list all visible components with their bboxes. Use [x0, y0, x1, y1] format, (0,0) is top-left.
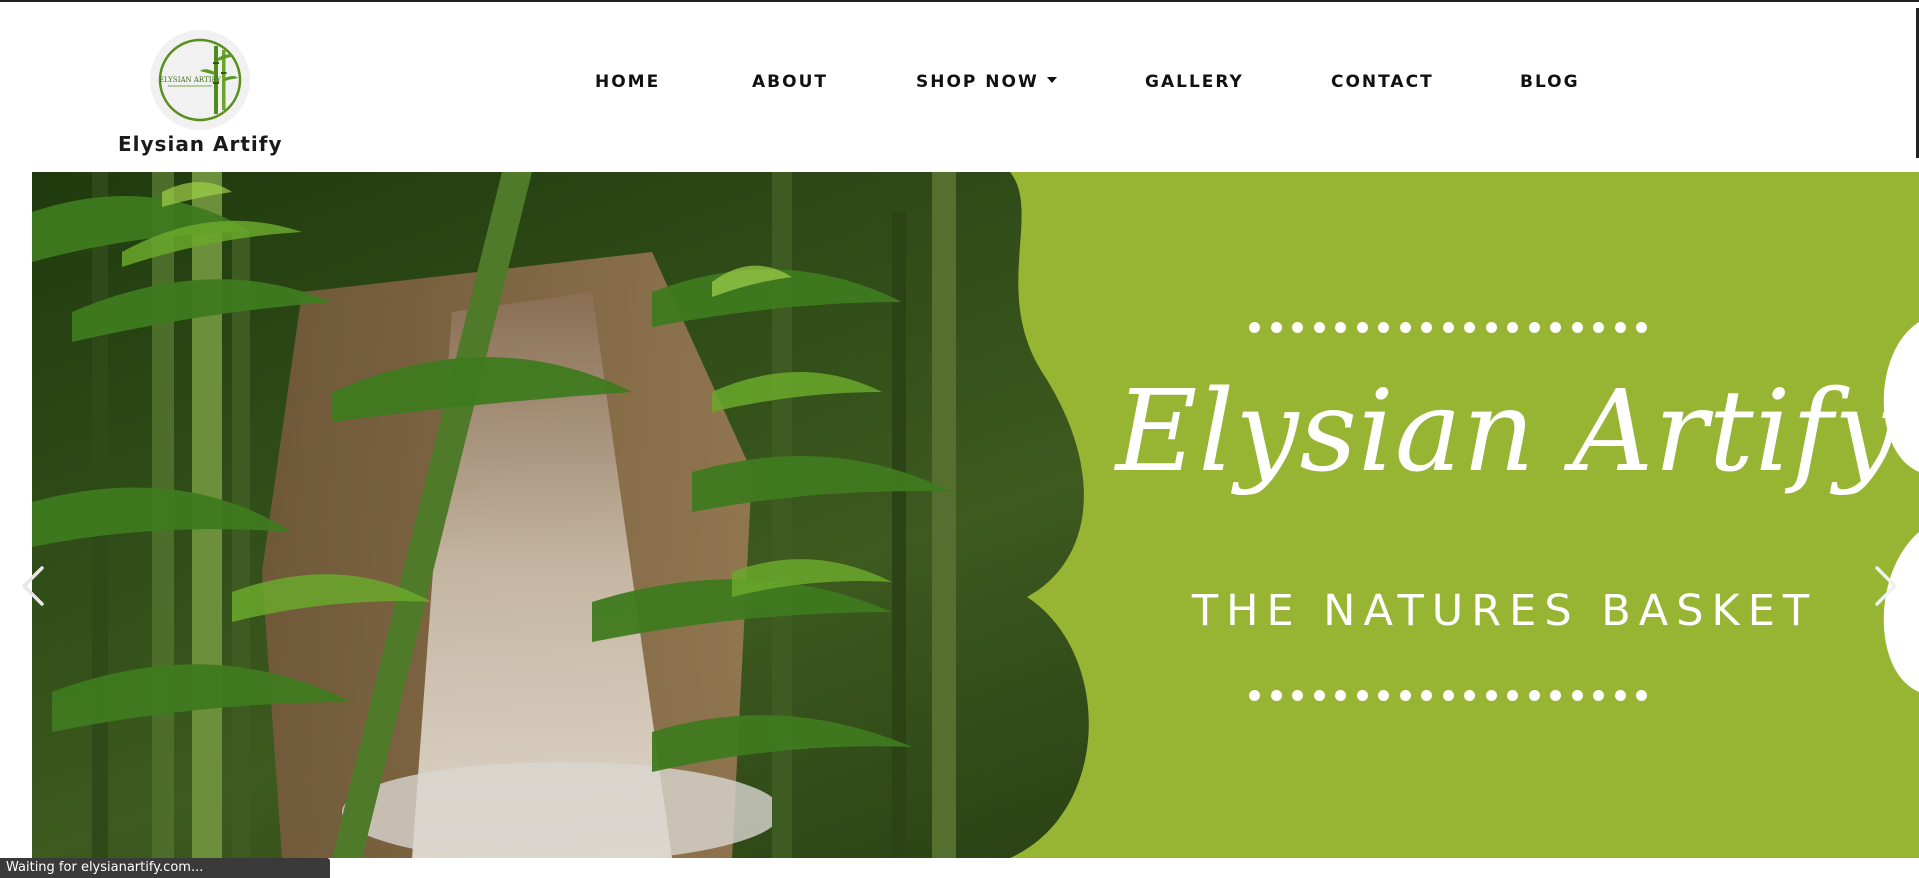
divider-dot: [1399, 690, 1411, 701]
divider-dot: [1550, 690, 1561, 701]
slider-prev-button[interactable]: [20, 565, 46, 607]
divider-dot: [1292, 690, 1303, 701]
nav-home[interactable]: HOME: [595, 72, 660, 92]
brand[interactable]: ELYSIAN ARTIFY Elysian Artify: [118, 30, 282, 156]
nav-gallery[interactable]: GALLERY: [1145, 72, 1244, 92]
divider-dot: [1421, 322, 1432, 333]
logo[interactable]: ELYSIAN ARTIFY: [150, 30, 250, 130]
green-panel-shape: [1010, 172, 1919, 858]
divider-dot: [1485, 322, 1497, 333]
divider-dot: [1292, 322, 1303, 333]
hero-title: Elysian Artify: [1115, 367, 1899, 497]
slider-next-button[interactable]: [1873, 565, 1899, 607]
divider-dot: [1636, 690, 1647, 701]
divider-dot: [1399, 322, 1411, 333]
nav-blog[interactable]: BLOG: [1520, 72, 1580, 92]
divider-dot: [1528, 690, 1540, 701]
divider-dot: [1356, 690, 1368, 701]
divider-dot: [1378, 322, 1389, 333]
divider-dot: [1507, 690, 1518, 701]
divider-dot: [1593, 690, 1604, 701]
bottom-dot-divider: [1249, 690, 1709, 704]
nav-shop-now-label: SHOP NOW: [916, 72, 1039, 92]
caret-down-icon: [1046, 77, 1057, 83]
divider-dot: [1442, 690, 1454, 701]
divider-dot: [1270, 690, 1282, 701]
nav-about[interactable]: ABOUT: [752, 72, 828, 92]
hero-slider: Elysian Artify THE NATURES BASKET: [32, 172, 1919, 858]
divider-dot: [1270, 322, 1282, 333]
divider-dot: [1614, 690, 1626, 701]
hero-subtitle: THE NATURES BASKET: [1191, 586, 1818, 636]
window-top-border: [0, 0, 1919, 2]
divider-dot: [1356, 322, 1368, 333]
divider-dot: [1614, 322, 1626, 333]
divider-dot: [1249, 690, 1260, 701]
divider-dot: [1335, 690, 1346, 701]
divider-dot: [1335, 322, 1346, 333]
page: ELYSIAN ARTIFY Elysian Artify HOME ABOUT…: [0, 0, 1919, 878]
divider-dot: [1528, 322, 1540, 333]
logo-text: ELYSIAN ARTIFY: [159, 76, 221, 84]
divider-dot: [1442, 322, 1454, 333]
chevron-right-icon: [1875, 566, 1897, 606]
chevron-left-icon: [22, 566, 44, 606]
divider-dot: [1550, 322, 1561, 333]
divider-dot: [1464, 322, 1475, 333]
divider-dot: [1421, 690, 1432, 701]
bamboo-logo-icon: ELYSIAN ARTIFY: [158, 38, 242, 122]
divider-dot: [1571, 690, 1583, 701]
top-dot-divider: [1249, 322, 1709, 336]
divider-dot: [1571, 322, 1583, 333]
brand-name[interactable]: Elysian Artify: [118, 132, 282, 156]
divider-dot: [1593, 322, 1604, 333]
divider-dot: [1636, 322, 1647, 333]
divider-dot: [1313, 322, 1325, 333]
nav-shop-now[interactable]: SHOP NOW: [916, 72, 1057, 92]
nav-contact[interactable]: CONTACT: [1331, 72, 1434, 92]
divider-dot: [1485, 690, 1497, 701]
divider-dot: [1249, 322, 1260, 333]
divider-dot: [1507, 322, 1518, 333]
divider-dot: [1378, 690, 1389, 701]
divider-dot: [1464, 690, 1475, 701]
hero-bamboo-photo: [32, 172, 1919, 858]
divider-dot: [1313, 690, 1325, 701]
browser-status-bar: Waiting for elysianartify.com...: [0, 858, 330, 878]
